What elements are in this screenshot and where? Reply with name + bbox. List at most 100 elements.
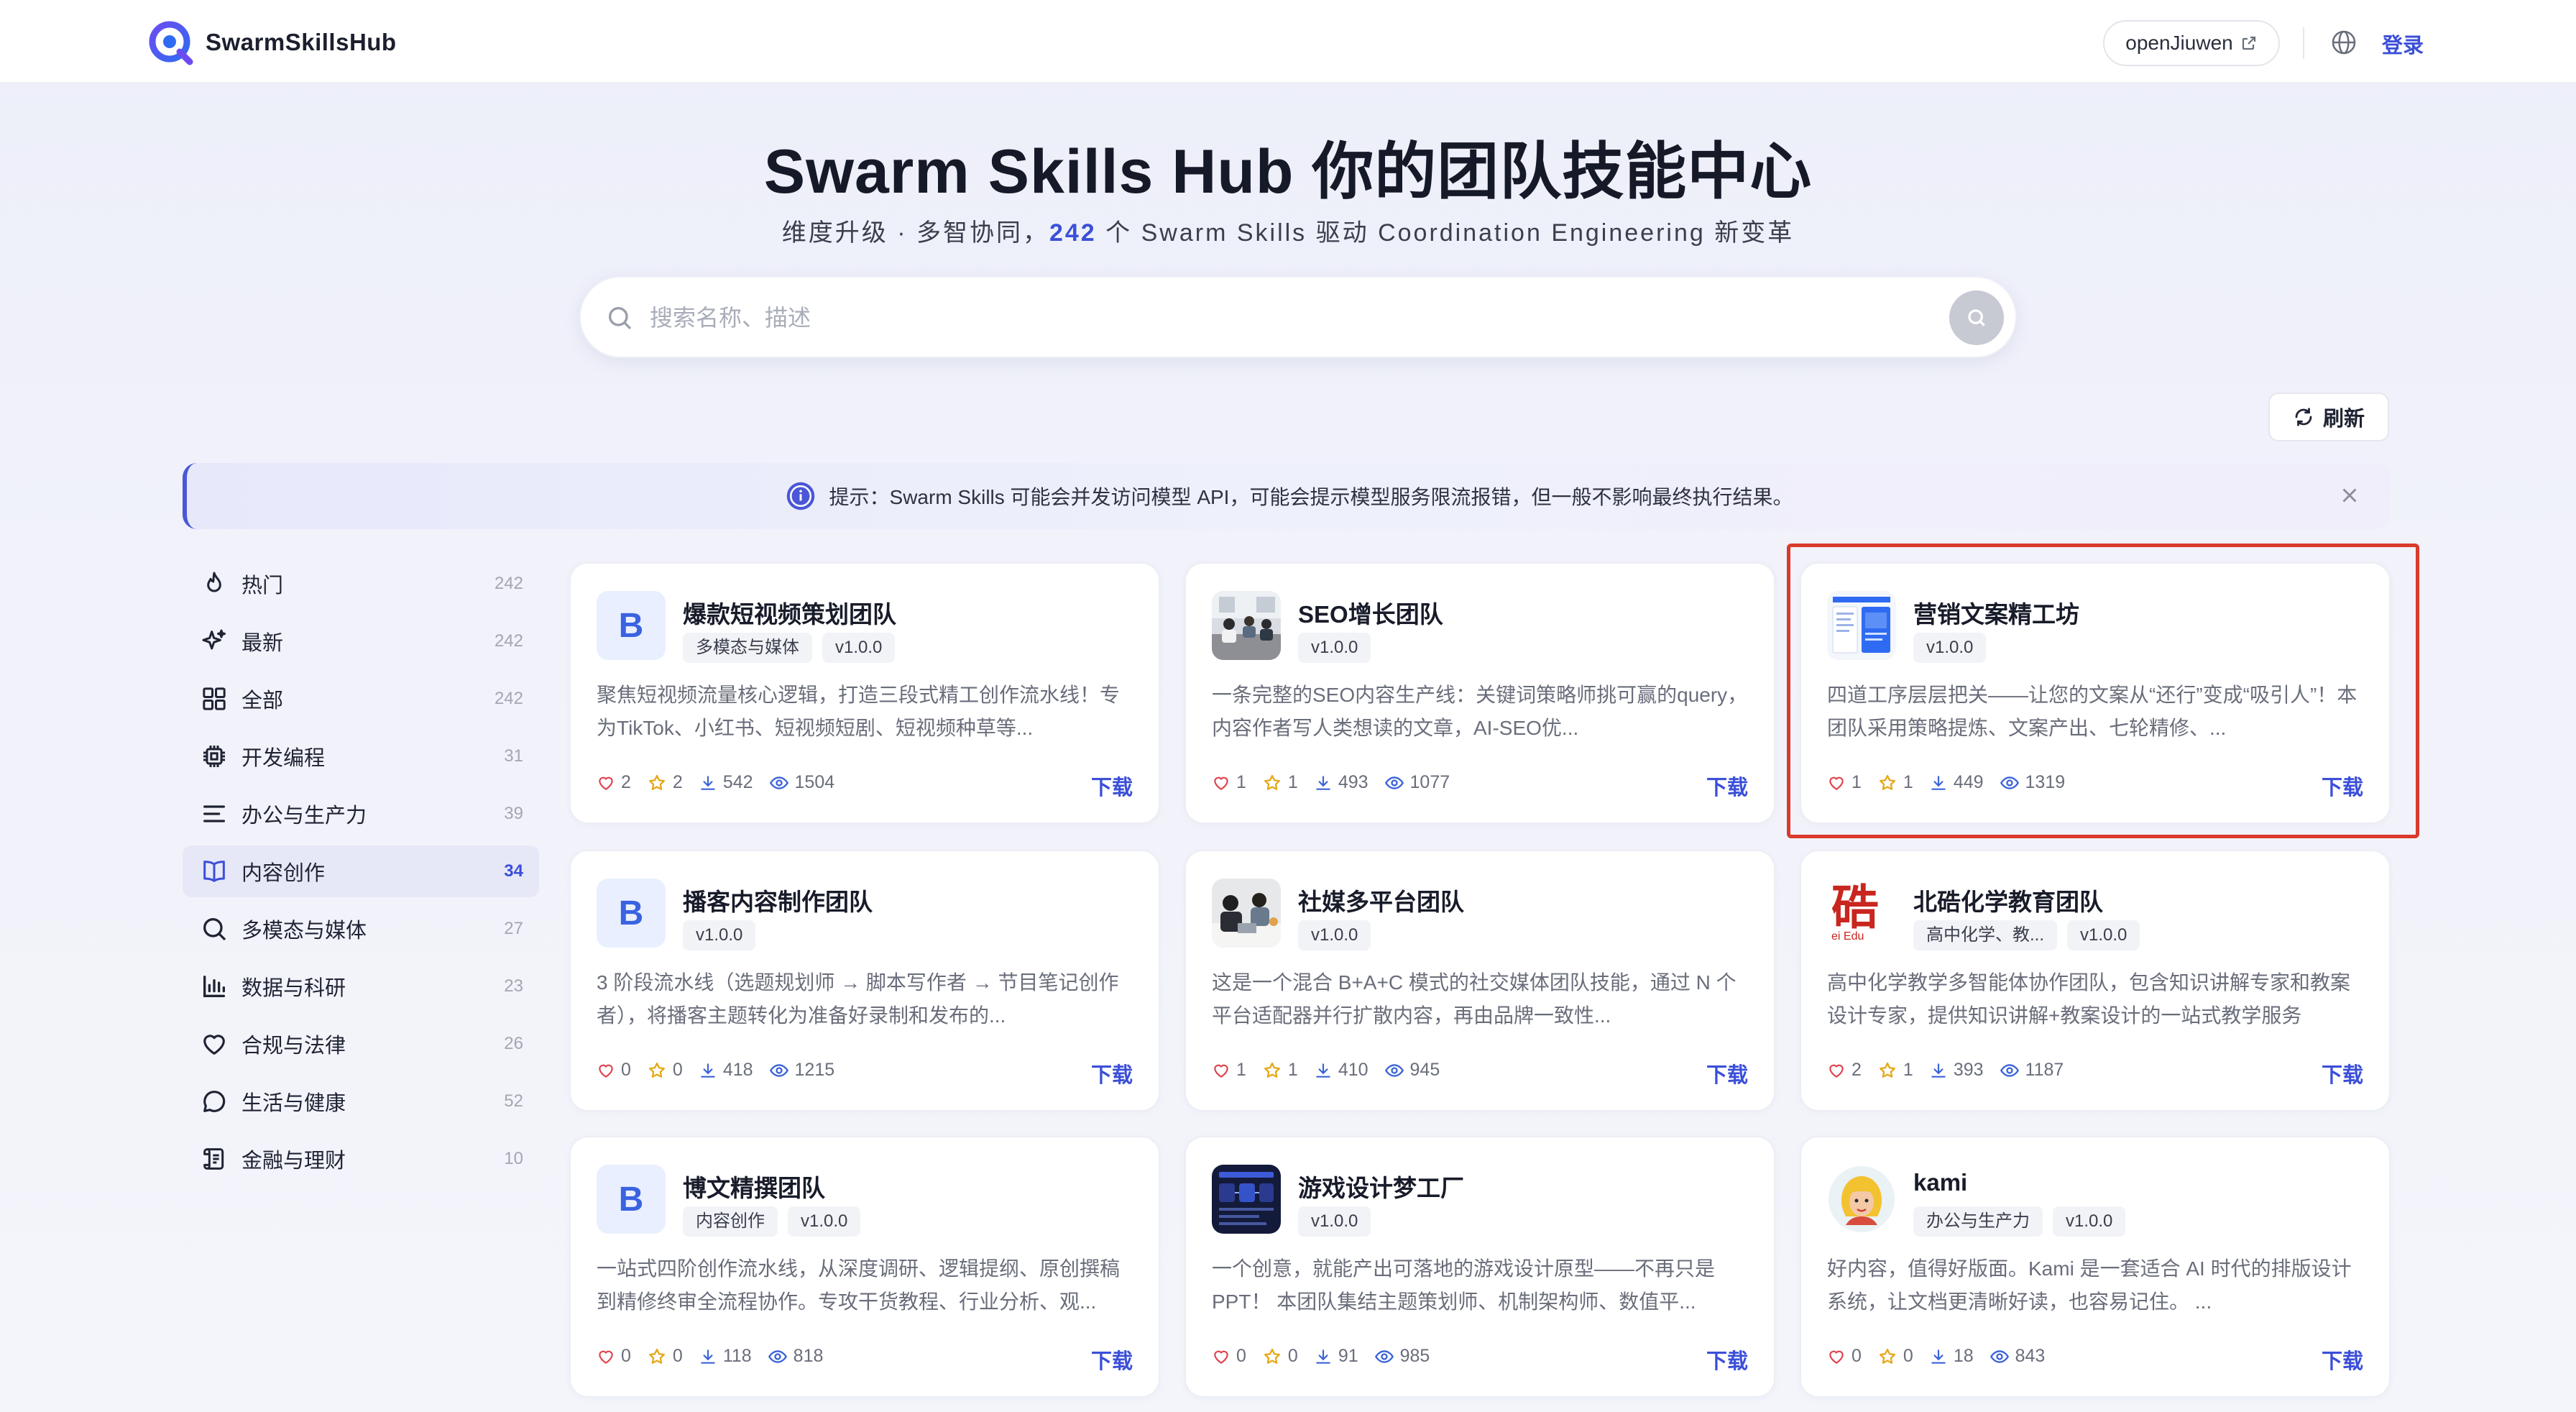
sidebar-item-office[interactable]: 办公与生产力 39 xyxy=(183,788,539,840)
download-button[interactable]: 下载 xyxy=(2322,771,2363,801)
external-link-icon xyxy=(2242,36,2255,50)
login-button[interactable]: 登录 xyxy=(2382,29,2424,59)
refresh-button[interactable]: 刷新 xyxy=(2268,393,2389,441)
sidebar-item-life[interactable]: 生活与健康 52 xyxy=(183,1076,539,1127)
skill-card[interactable]: kami 办公与生产力 v1.0.0 好内容，值得好版面。Kami 是一套适合 A… xyxy=(1800,1136,2391,1398)
like-count: 1 xyxy=(1236,1060,1246,1080)
skill-card[interactable]: 硞 ei Edu 北硞化学教育团队 高中化学、教... v1.0.0 高中化学教学多… xyxy=(1800,850,2391,1111)
download-button[interactable]: 下载 xyxy=(1706,771,1748,801)
refresh-label: 刷新 xyxy=(2322,408,2365,431)
top-bar: SwarmSkillsHub openJiuwen 登录 xyxy=(0,0,2576,83)
like-stat[interactable]: 2 xyxy=(597,772,631,793)
flame-icon xyxy=(207,572,221,592)
close-icon[interactable] xyxy=(2337,483,2362,508)
sidebar-item-count: 34 xyxy=(504,861,523,881)
search-icon xyxy=(203,918,226,941)
like-stat[interactable]: 0 xyxy=(1212,1346,1246,1367)
document-preview-icon xyxy=(1827,591,1896,660)
skill-card[interactable]: 游戏设计梦工厂 v1.0.0 一个创意，就能产出可落地的游戏设计原型——不再只是… xyxy=(1184,1136,1775,1398)
sidebar-item-hot[interactable]: 热门 242 xyxy=(183,558,539,610)
sidebar-item-count: 242 xyxy=(494,574,523,593)
brand[interactable]: SwarmSkillsHub xyxy=(148,19,397,66)
card-title: SEO增长团队 xyxy=(1298,601,1443,628)
team-photo-icon xyxy=(1212,879,1281,948)
download-icon xyxy=(1316,1349,1330,1364)
search-bar xyxy=(579,276,2017,358)
view-stat: 1504 xyxy=(769,772,834,793)
star-stat[interactable]: 0 xyxy=(647,1346,683,1367)
star-stat[interactable]: 1 xyxy=(1262,772,1298,793)
star-stat[interactable]: 0 xyxy=(647,1060,683,1081)
star-stat[interactable]: 2 xyxy=(647,772,683,793)
sidebar-item-finance[interactable]: 金融与理财 10 xyxy=(183,1133,539,1185)
download-button[interactable]: 下载 xyxy=(1706,1344,1748,1375)
download-stat: 493 xyxy=(1314,772,1368,793)
sidebar-item-data[interactable]: 数据与科研 23 xyxy=(183,961,539,1012)
book-icon xyxy=(203,861,225,882)
like-stat[interactable]: 0 xyxy=(1827,1346,1862,1367)
sidebar-item-legal[interactable]: 合规与法律 26 xyxy=(183,1018,539,1070)
download-count: 118 xyxy=(722,1346,752,1366)
like-stat[interactable]: 0 xyxy=(597,1346,631,1367)
view-stat: 818 xyxy=(768,1346,823,1367)
card-tags: 办公与生产力 v1.0.0 xyxy=(1913,1206,2135,1237)
download-button[interactable]: 下载 xyxy=(1091,1344,1133,1375)
download-button[interactable]: 下载 xyxy=(2322,1344,2363,1375)
refresh-icon xyxy=(2295,408,2312,426)
card-description: 四道工序层层把关——让您的文案从“还行”变成“吸引人”！本团队采用策略提炼、文案… xyxy=(1827,684,2358,739)
card-title: 爆款短视频策划团队 xyxy=(683,601,896,628)
hero-subtitle-suffix: 个 Swarm Skills 驱动 Coordination Engineeri… xyxy=(1096,219,1795,247)
star-icon xyxy=(1264,774,1280,790)
sidebar-item-label: 多模态与媒体 xyxy=(242,920,367,943)
download-icon xyxy=(1316,775,1330,790)
sidebar-item-all[interactable]: 全部 242 xyxy=(183,673,539,725)
download-button[interactable]: 下载 xyxy=(1091,771,1133,801)
search-submit-button[interactable] xyxy=(1949,290,2004,345)
view-stat: 1077 xyxy=(1384,772,1450,793)
download-button[interactable]: 下载 xyxy=(1706,1058,1748,1088)
card-stats: 0 0 18 843 xyxy=(1827,1346,2061,1367)
skill-card[interactable]: B 博文精撰团队 内容创作 v1.0.0 一站式四阶创作流水线，从深度调研、逻辑提… xyxy=(569,1136,1160,1398)
view-stat: 1215 xyxy=(769,1060,834,1081)
download-button[interactable]: 下载 xyxy=(1091,1058,1133,1088)
star-stat[interactable]: 1 xyxy=(1877,772,1913,793)
card-title: 博文精撰团队 xyxy=(683,1175,825,1201)
hero-title: Swarm Skills Hub 你的团队技能中心 xyxy=(763,137,1813,206)
star-count: 0 xyxy=(1287,1346,1298,1366)
globe-icon[interactable] xyxy=(2330,29,2358,56)
like-stat[interactable]: 1 xyxy=(1827,772,1862,793)
sidebar-item-latest[interactable]: 最新 242 xyxy=(183,615,539,667)
card-thumbnail: B xyxy=(597,591,666,660)
eye-icon xyxy=(1374,1349,1394,1363)
like-count: 0 xyxy=(621,1346,631,1366)
card-description: 这是一个混合 B+A+C 模式的社交媒体团队技能，通过 N 个平台适配器并行扩散… xyxy=(1212,971,1736,1027)
search-input[interactable] xyxy=(650,296,1872,339)
sidebar-item-multimodal[interactable]: 多模态与媒体 27 xyxy=(183,903,539,955)
star-stat[interactable]: 1 xyxy=(1262,1060,1298,1081)
skill-card[interactable]: 营销文案精工坊 v1.0.0 四道工序层层把关——让您的文案从“还行”变成“吸引… xyxy=(1800,562,2391,824)
heart-icon xyxy=(599,1064,613,1078)
sidebar-item-dev[interactable]: 开发编程 31 xyxy=(183,730,539,782)
skill-card[interactable]: B 播客内容制作团队 v1.0.0 3 阶段流水线（选题规划师 → 脚本写作者 … xyxy=(569,850,1160,1111)
like-stat[interactable]: 1 xyxy=(1212,772,1246,793)
skill-card[interactable]: 社媒多平台团队 v1.0.0 这是一个混合 B+A+C 模式的社交媒体团队技能，… xyxy=(1184,850,1775,1111)
star-stat[interactable]: 1 xyxy=(1877,1060,1913,1081)
skill-card[interactable]: SEO增长团队 v1.0.0 一条完整的SEO内容生产线：关键词策略师挑可赢的q… xyxy=(1184,562,1775,824)
like-stat[interactable]: 2 xyxy=(1827,1060,1862,1081)
skill-card[interactable]: B 爆款短视频策划团队 多模态与媒体 v1.0.0 聚焦短视频流量核心逻辑，打造三… xyxy=(569,562,1160,824)
like-stat[interactable]: 0 xyxy=(597,1060,631,1081)
sidebar-item-content[interactable]: 内容创作 34 xyxy=(183,845,539,897)
card-thumbnail xyxy=(1212,591,1281,660)
game-cover-icon xyxy=(1212,1165,1281,1234)
download-button[interactable]: 下载 xyxy=(2322,1058,2363,1088)
sidebar-item-count: 31 xyxy=(504,746,523,766)
openjiuwen-link-button[interactable]: openJiuwen xyxy=(2103,20,2280,66)
like-stat[interactable]: 1 xyxy=(1212,1060,1246,1081)
card-title: 游戏设计梦工厂 xyxy=(1298,1175,1464,1201)
star-stat[interactable]: 0 xyxy=(1262,1346,1298,1367)
heart-icon xyxy=(203,1035,225,1055)
star-count: 1 xyxy=(1903,772,1913,792)
card-thumbnail: B xyxy=(597,879,666,948)
star-stat[interactable]: 0 xyxy=(1877,1346,1913,1367)
sidebar-item-label: 内容创作 xyxy=(242,862,326,885)
